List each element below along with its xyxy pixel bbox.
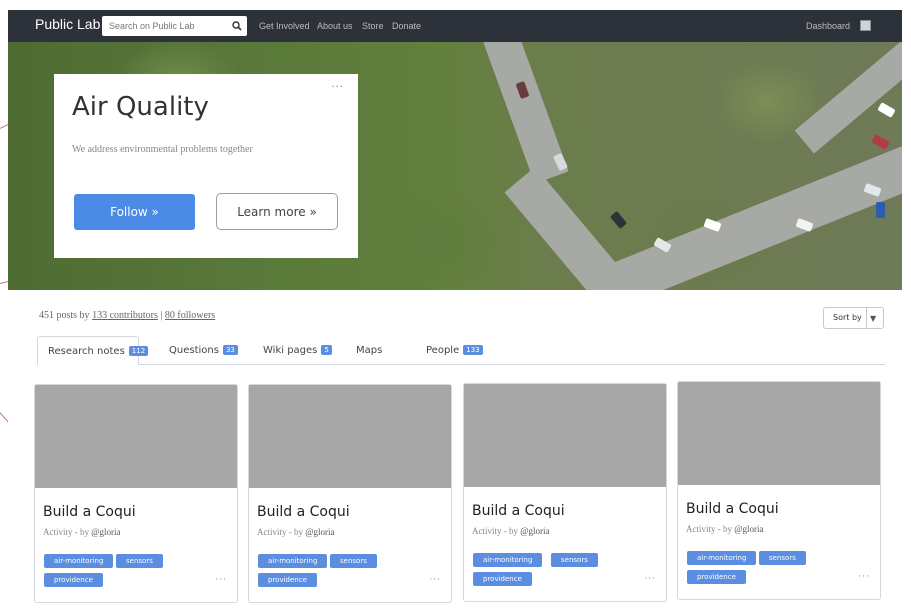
- card-image-placeholder[interactable]: [678, 382, 880, 485]
- tab-label: Wiki pages: [263, 345, 318, 356]
- nav-store[interactable]: Store: [362, 21, 384, 31]
- card-meta: Activity - by @gloria: [472, 526, 550, 536]
- hero-card: ··· Air Quality We address environmental…: [54, 74, 358, 258]
- nav-donate[interactable]: Donate: [392, 21, 421, 31]
- tab-questions[interactable]: Questions 33: [169, 345, 238, 356]
- author-link[interactable]: @gloria: [91, 527, 120, 537]
- tag[interactable]: providence: [687, 570, 746, 584]
- tab-label: Maps: [356, 345, 383, 356]
- page-title: Air Quality: [72, 92, 209, 122]
- search-input[interactable]: [102, 16, 226, 36]
- tabs-divider: [39, 364, 885, 365]
- tab-maps[interactable]: Maps: [356, 345, 382, 356]
- topic-stats: 451 posts by 133 contributors | 80 follo…: [39, 310, 215, 321]
- more-options-icon[interactable]: ···: [858, 572, 870, 582]
- nav-about-us[interactable]: About us: [317, 21, 353, 31]
- card-image-placeholder[interactable]: [35, 385, 237, 488]
- card-image-placeholder[interactable]: [464, 384, 666, 487]
- card-title[interactable]: Build a Coqui: [43, 504, 136, 520]
- tab-wiki-pages[interactable]: Wiki pages 5: [263, 345, 332, 356]
- top-navbar: Public Lab Get Involved About us Store D…: [8, 10, 902, 42]
- card-meta: Activity - by @gloria: [43, 527, 121, 537]
- tab-label: Research notes: [48, 346, 125, 357]
- tag[interactable]: air-monitoring: [258, 554, 328, 568]
- nav-dashboard[interactable]: Dashboard: [806, 21, 850, 31]
- card-meta: Activity - by @gloria: [686, 524, 764, 534]
- tag[interactable]: air-monitoring: [44, 554, 114, 568]
- stats-separator: |: [160, 310, 163, 321]
- author-link[interactable]: @gloria: [305, 527, 334, 537]
- tab-label: Questions: [169, 345, 219, 356]
- avatar[interactable]: [860, 20, 871, 31]
- note-card[interactable]: Build a Coqui Activity - by @gloria air-…: [34, 384, 238, 603]
- count-badge: 133: [463, 345, 483, 355]
- author-link[interactable]: @gloria: [734, 524, 763, 534]
- card-title[interactable]: Build a Coqui: [257, 504, 350, 520]
- count-badge: 112: [128, 346, 149, 356]
- tag[interactable]: sensors: [551, 553, 598, 567]
- search-icon[interactable]: [227, 16, 247, 36]
- sort-by-dropdown[interactable]: Sort by ▼: [823, 307, 884, 329]
- tag[interactable]: air-monitoring: [687, 551, 757, 565]
- count-badge: 33: [222, 345, 238, 355]
- tag[interactable]: providence: [473, 572, 532, 586]
- hero-banner: ··· Air Quality We address environmental…: [8, 42, 902, 290]
- more-options-icon[interactable]: ···: [429, 575, 441, 585]
- note-card[interactable]: Build a Coqui Activity - by @gloria air-…: [677, 381, 881, 600]
- more-options-icon[interactable]: ···: [215, 575, 227, 585]
- count-badge: 5: [321, 345, 332, 355]
- chevron-down-icon: ▼: [870, 314, 877, 323]
- author-link[interactable]: @gloria: [520, 526, 549, 536]
- tab-label: People: [426, 345, 460, 356]
- tab-research-notes[interactable]: Research notes 112: [48, 346, 149, 357]
- nav-get-involved[interactable]: Get Involved: [259, 21, 310, 31]
- tag[interactable]: providence: [258, 573, 317, 587]
- page-subtitle: We address environmental problems togeth…: [72, 144, 253, 155]
- tab-people[interactable]: People 133: [426, 345, 483, 356]
- learn-more-button[interactable]: Learn more »: [216, 193, 338, 230]
- tag[interactable]: sensors: [116, 554, 163, 568]
- tag[interactable]: sensors: [330, 554, 377, 568]
- search-box: [102, 16, 247, 36]
- sort-by-label: Sort by: [833, 313, 862, 322]
- card-meta: Activity - by @gloria: [257, 527, 335, 537]
- contributors-link[interactable]: 133 contributors: [92, 310, 158, 321]
- tag[interactable]: sensors: [759, 551, 806, 565]
- more-options-icon[interactable]: ···: [331, 82, 344, 93]
- card-image-placeholder[interactable]: [249, 385, 451, 488]
- brand-logo[interactable]: Public Lab: [35, 16, 100, 32]
- tag[interactable]: air-monitoring: [473, 553, 543, 567]
- note-card[interactable]: Build a Coqui Activity - by @gloria air-…: [463, 383, 667, 602]
- note-card[interactable]: Build a Coqui Activity - by @gloria air-…: [248, 384, 452, 603]
- page-frame: Public Lab Get Involved About us Store D…: [8, 10, 902, 613]
- follow-button[interactable]: Follow »: [74, 194, 195, 230]
- posts-count: 451 posts by: [39, 310, 90, 321]
- card-title[interactable]: Build a Coqui: [472, 503, 565, 519]
- more-options-icon[interactable]: ···: [644, 574, 656, 584]
- tag[interactable]: providence: [44, 573, 103, 587]
- card-title[interactable]: Build a Coqui: [686, 501, 779, 517]
- followers-link[interactable]: 80 followers: [165, 310, 215, 321]
